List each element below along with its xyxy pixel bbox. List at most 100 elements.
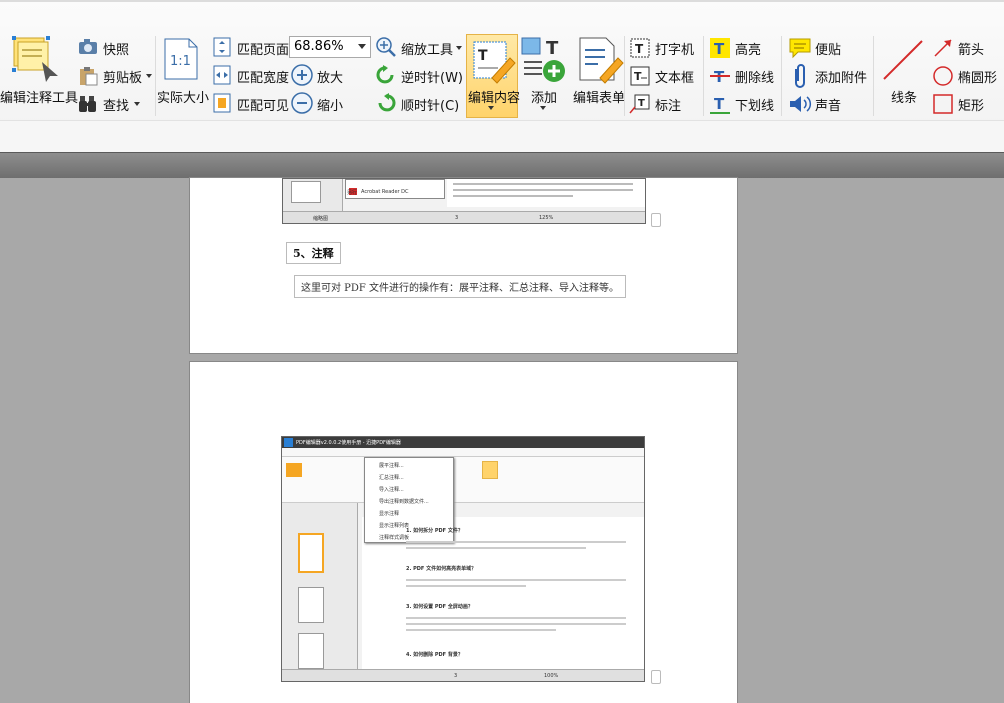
zoom-in-icon[interactable] (291, 64, 313, 90)
add-label[interactable]: 添加 (531, 87, 557, 106)
edit-annotation-tool-label[interactable]: 编辑注释工具 (0, 87, 78, 106)
embedded-screenshot-1: 另行 Acrobat Reader DC 缩略图 3 125% (282, 178, 646, 224)
camera-icon[interactable] (78, 38, 98, 60)
svg-text:T: T (638, 98, 645, 109)
clipboard-icon[interactable] (78, 66, 98, 90)
typewriter-button[interactable]: 打字机 (655, 39, 694, 58)
svg-text:T: T (635, 42, 644, 56)
edit-content-label[interactable]: 编辑内容 (468, 87, 520, 106)
menu-item[interactable]: 导入注释... (379, 486, 404, 493)
divider (781, 36, 782, 116)
menu-item[interactable]: 导出注释到数据文件... (379, 498, 429, 505)
divider (873, 36, 874, 116)
comment-marker[interactable] (651, 213, 661, 227)
arrow-icon[interactable] (932, 37, 954, 63)
fit-visible-button[interactable]: 匹配可见 (237, 95, 289, 114)
pdf-page-2: PDF编辑器v2.0.0.2使用手册 - 迅捷PDF编辑器 展平注释... 汇总… (190, 362, 737, 703)
section-text: 这里可对 PDF 文件进行的操作有：展平注释、汇总注释、导入注释等。 (294, 275, 627, 298)
underline-icon[interactable]: T (709, 93, 731, 119)
svg-text:T: T (714, 95, 725, 113)
actual-size-icon[interactable]: 1:1 (163, 37, 199, 85)
svg-text:T: T (546, 38, 559, 59)
zoom-indicator: 100% (544, 673, 559, 679)
highlight-button[interactable]: 高亮 (735, 39, 761, 58)
edit-content-icon[interactable]: T (470, 38, 516, 88)
strikeout-icon[interactable]: T (709, 65, 731, 91)
fit-page-button[interactable]: 匹配页面 (237, 39, 289, 58)
page-indicator: 3 (454, 673, 458, 679)
pdf-page-1: 另行 Acrobat Reader DC 缩略图 3 125% 5、注释 这里可… (190, 178, 737, 353)
add-icon[interactable]: T (520, 36, 568, 88)
fit-width-button[interactable]: 匹配宽度 (237, 67, 289, 86)
menu-item[interactable]: 显示注释列表 (379, 522, 409, 529)
question-3: 3. 如何设置 PDF 全屏动画？ (406, 604, 473, 610)
section-title: 5、注释 (286, 242, 341, 264)
fit-page-icon[interactable] (213, 37, 231, 61)
svg-text:T: T (478, 48, 488, 64)
chevron-down-icon[interactable] (540, 106, 546, 110)
clipboard-button[interactable]: 剪贴板 (103, 67, 142, 86)
zoom-value: 68.86% (294, 39, 344, 54)
zoom-tool-icon[interactable] (375, 36, 397, 62)
textbox-button[interactable]: 文本框 (655, 67, 694, 86)
svg-text:1:1: 1:1 (170, 54, 191, 69)
binoculars-icon[interactable] (78, 94, 98, 118)
rotate-ccw-button[interactable]: 逆时针(W) (401, 67, 463, 86)
zoom-select[interactable]: 68.86% (289, 36, 371, 58)
window-title: PDF编辑器v2.0.0.2使用手册 - 迅捷PDF编辑器 (296, 440, 401, 446)
fit-width-icon[interactable] (213, 65, 231, 89)
sticky-note-button[interactable]: 便贴 (815, 39, 841, 58)
divider (155, 36, 156, 116)
attach-file-button[interactable]: 添加附件 (815, 67, 867, 86)
rectangle-icon[interactable] (932, 93, 954, 119)
svg-text:T: T (634, 70, 642, 83)
zoom-tool-button[interactable]: 缩放工具 (401, 39, 453, 58)
arrow-button[interactable]: 箭头 (958, 39, 984, 58)
zoom-in-button[interactable]: 放大 (317, 67, 343, 86)
chevron-down-icon[interactable] (134, 102, 140, 106)
rotate-cw-icon[interactable] (375, 92, 397, 118)
chevron-down-icon[interactable] (456, 46, 462, 50)
rotate-ccw-icon[interactable] (375, 64, 397, 90)
typewriter-icon[interactable]: T (629, 37, 651, 63)
rectangle-button[interactable]: 矩形 (958, 95, 984, 114)
edit-form-button[interactable]: 编辑表单 (573, 87, 625, 106)
fit-visible-icon[interactable] (213, 93, 231, 117)
speaker-icon[interactable] (788, 93, 812, 119)
callout-button[interactable]: 标注 (655, 95, 681, 114)
textbox-icon[interactable]: T (629, 65, 651, 91)
strikeout-button[interactable]: 删除线 (735, 67, 774, 86)
zoom-out-button[interactable]: 缩小 (317, 95, 343, 114)
edit-form-icon[interactable] (576, 36, 624, 88)
edit-annotation-tool-icon[interactable] (12, 36, 60, 82)
zoom-indicator: 125% (539, 215, 554, 221)
menu-item[interactable]: 展平注释... (379, 462, 404, 469)
ribbon-lower-band (0, 120, 1004, 154)
callout-icon[interactable]: T (629, 93, 651, 119)
thumb-label: 缩略图 (313, 216, 329, 222)
ellipse-button[interactable]: 椭圆形 (958, 67, 997, 86)
ellipse-icon[interactable] (932, 65, 954, 91)
highlight-icon[interactable]: T (709, 37, 731, 63)
chevron-down-icon[interactable] (488, 106, 494, 110)
chevron-down-icon[interactable] (358, 44, 366, 49)
sound-button[interactable]: 声音 (815, 95, 841, 114)
menu-item[interactable]: 注释样式调板 (379, 534, 409, 541)
snapshot-button[interactable]: 快照 (103, 39, 129, 58)
rotate-cw-button[interactable]: 顺时针(C) (401, 95, 459, 114)
chevron-down-icon[interactable] (146, 74, 152, 78)
sticky-note-icon[interactable] (788, 37, 812, 63)
actual-size-button[interactable]: 实际大小 (157, 87, 209, 106)
menu-item[interactable]: 汇总注释... (379, 474, 404, 481)
find-button[interactable]: 查找 (103, 95, 129, 114)
document-tab-bar (0, 152, 1004, 178)
menu-item[interactable]: 显示注释 (379, 510, 399, 517)
line-button[interactable]: 线条 (891, 87, 917, 106)
menu-prefix: 另行 (347, 190, 358, 196)
paperclip-icon[interactable] (790, 63, 810, 93)
comment-marker[interactable] (651, 670, 661, 684)
underline-button[interactable]: 下划线 (735, 95, 774, 114)
line-icon[interactable] (880, 37, 926, 87)
zoom-out-icon[interactable] (291, 92, 313, 118)
page-indicator: 3 (455, 215, 459, 221)
